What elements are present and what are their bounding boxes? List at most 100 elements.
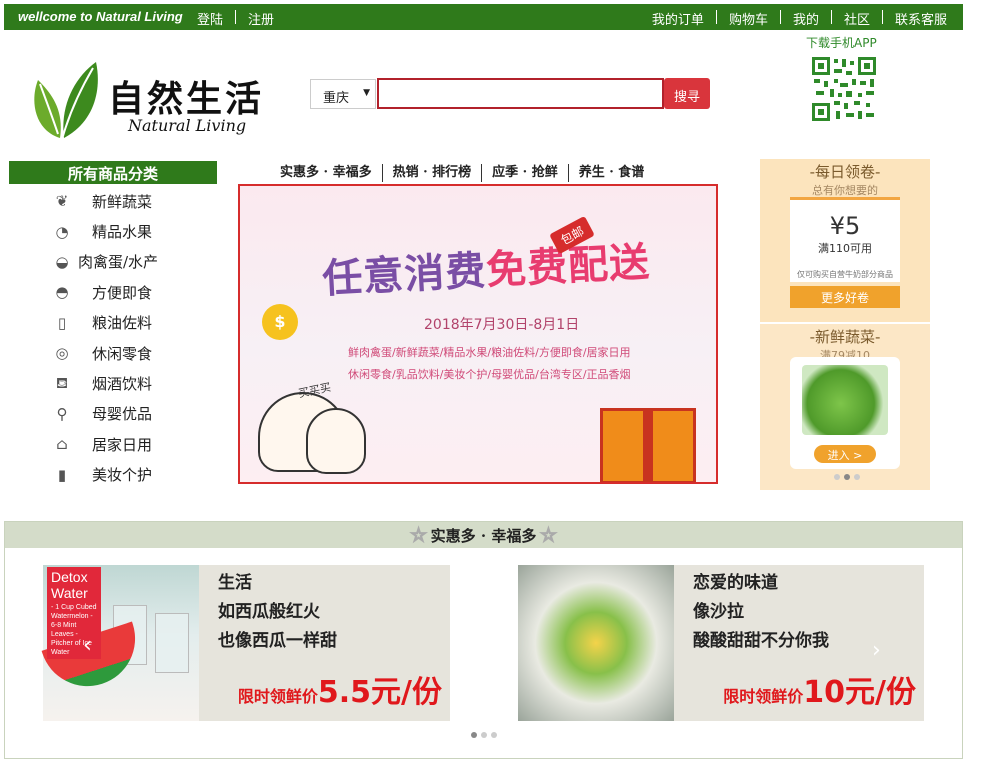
coupon-note: 仅可购买自营牛奶部分商品 — [790, 267, 900, 282]
search-button[interactable]: 搜寻 — [664, 78, 710, 109]
veg-ad-title: -新鲜蔬菜- — [809, 328, 881, 346]
carousel-dot-active[interactable] — [471, 732, 477, 738]
gift-box-icon — [600, 408, 696, 482]
category-item-cosmetics[interactable]: ▮ 美妆个护 — [50, 460, 220, 490]
bowl-icon: ◓ — [55, 283, 69, 302]
fresh-vegetables-ad[interactable]: -新鲜蔬菜- 满79减10 进入 > — [760, 324, 930, 490]
daily-coupon-ad[interactable]: -每日领卷- 总有你想要的 ¥5 满110可用 仅可购买自营牛奶部分商品 更多好… — [760, 159, 930, 322]
category-item-household[interactable]: ⌂ 居家日用 — [50, 429, 220, 459]
price-value: 10元/份 — [803, 675, 916, 710]
deal-card-salad[interactable]: 恋爱的味道 像沙拉 酸酸甜甜不分你我 限时领鲜价10元/份 — [518, 565, 924, 721]
enter-button[interactable]: 进入 > — [814, 445, 876, 463]
community-link[interactable]: 社区 — [844, 9, 870, 28]
register-link[interactable]: 注册 — [248, 9, 274, 28]
deals-header-title: 实惠多 · 幸福多 — [430, 527, 537, 545]
category-label: 母婴优品 — [92, 405, 153, 424]
snack-icon: ◎ — [55, 344, 69, 363]
drink-icon: ⛾ — [55, 373, 69, 392]
star-icon: ☆ — [540, 525, 557, 547]
divider — [881, 10, 883, 24]
banner-categories-line2: 休闲零食/乳品饮料/美妆个护/母婴优品/台湾专区/正品香烟 — [348, 368, 631, 381]
category-label: 休闲零食 — [92, 344, 153, 363]
deal-line: 像沙拉 — [693, 602, 744, 622]
coupon-card: ¥5 满110可用 — [790, 197, 900, 275]
carousel-dot[interactable] — [491, 732, 497, 738]
tab-bestsellers[interactable]: 热销 · 排行榜 — [383, 164, 483, 182]
coupon-condition: 满110可用 — [818, 242, 872, 255]
stroller-icon: ⚲ — [56, 404, 68, 423]
mascot-illustration — [306, 408, 366, 474]
category-item-drinks[interactable]: ⛾ 烟酒饮料 — [50, 368, 220, 398]
carousel-dots — [832, 474, 862, 480]
deal-price: 限时领鲜价5.5元/份 — [238, 667, 442, 711]
deals-section: ☆ 实惠多 · 幸福多 ☆ Detox Water - 1 Cup Cubed Wa… — [4, 521, 963, 759]
category-item-vegetables[interactable]: ❦ 新鲜蔬菜 — [50, 186, 220, 216]
carousel-dot-active[interactable] — [844, 474, 850, 480]
category-label: 方便即食 — [92, 283, 153, 302]
vegetable-icon: ❦ — [55, 192, 69, 211]
bottle-icon: ▯ — [57, 313, 67, 332]
category-item-baby[interactable]: ⚲ 母婴优品 — [50, 399, 220, 429]
category-label: 新鲜蔬菜 — [92, 192, 153, 211]
welcome-text: wellcome to Natural Living — [18, 9, 183, 24]
home-icon: ⌂ — [56, 435, 68, 454]
meat-icon: ◒ — [55, 252, 69, 271]
coin-icon: $ — [262, 304, 298, 340]
salad-image — [518, 565, 674, 721]
next-arrow-icon[interactable]: › — [872, 638, 881, 663]
category-item-fruit[interactable]: ◔ 精品水果 — [50, 216, 220, 246]
download-app-label[interactable]: 下载手机APP — [806, 34, 877, 51]
watermelon-drink-image: Detox Water - 1 Cup Cubed Watermelon - 6… — [41, 565, 199, 721]
qr-code-icon — [810, 55, 878, 123]
coupon-amount: ¥5 — [829, 212, 861, 240]
tab-seasonal[interactable]: 应季 · 抢鲜 — [482, 164, 569, 182]
coupon-title: -每日领卷- — [809, 163, 881, 181]
carousel-dots — [469, 732, 499, 738]
divider — [779, 10, 781, 24]
deal-line: 恋爱的味道 — [693, 573, 778, 593]
tab-health-recipes[interactable]: 养生 · 食谱 — [569, 164, 655, 182]
dropdown-arrow-icon: ▼ — [363, 88, 370, 98]
prev-arrow-icon[interactable]: ‹ — [83, 633, 92, 658]
more-coupons-button[interactable]: 更多好卷 — [790, 286, 900, 308]
deal-line: 酸酸甜甜不分你我 — [693, 631, 829, 651]
cosmetic-icon: ▮ — [57, 465, 67, 484]
banner-categories-line1: 鲜肉禽蛋/新鲜蔬菜/精品水果/粮油佐料/方便即食/居家日用 — [348, 346, 631, 359]
promo-banner[interactable]: $ 任意消费免费配送 包邮 2018年7月30日-8月1日 鲜肉禽蛋/新鲜蔬菜/… — [238, 184, 718, 484]
customer-service-link[interactable]: 联系客服 — [895, 9, 947, 28]
category-item-snacks[interactable]: ◎ 休闲零食 — [50, 338, 220, 368]
city-value: 重庆 — [323, 91, 350, 106]
site-logo[interactable]: 自然生活 Natural Living — [30, 56, 280, 146]
deal-line: 生活 — [218, 573, 252, 593]
tab-deals[interactable]: 实惠多 · 幸福多 — [270, 164, 383, 182]
category-item-grain-oil[interactable]: ▯ 粮油佐料 — [50, 308, 220, 338]
deal-price: 限时领鲜价10元/份 — [723, 667, 916, 711]
fruit-icon: ◔ — [55, 222, 69, 241]
category-label: 粮油佐料 — [92, 314, 153, 333]
deal-text: 生活 如西瓜般红火 也像西瓜一样甜 — [218, 569, 337, 656]
category-item-instant[interactable]: ◓ 方便即食 — [50, 277, 220, 307]
carousel-dot[interactable] — [481, 732, 487, 738]
login-link[interactable]: 登陆 — [197, 9, 223, 28]
category-header: 所有商品分类 — [9, 161, 217, 184]
detox-badge-title: Detox Water — [51, 569, 88, 601]
top-nav: 我的订单 购物车 我的 社区 联系客服 — [652, 9, 947, 28]
category-item-meat[interactable]: ◒ 肉禽蛋/水产 — [50, 247, 220, 277]
lettuce-image — [802, 365, 888, 435]
category-label: 烟酒饮料 — [92, 375, 153, 394]
search-input[interactable] — [377, 78, 664, 109]
city-select[interactable]: 重庆 ▼ — [310, 79, 376, 109]
divider — [830, 10, 832, 24]
carousel-dot[interactable] — [854, 474, 860, 480]
banner-date: 2018年7月30日-8月1日 — [424, 317, 580, 333]
cart-link[interactable]: 购物车 — [729, 9, 768, 28]
price-prefix: 限时领鲜价 — [723, 687, 804, 706]
category-list: ❦ 新鲜蔬菜 ◔ 精品水果 ◒ 肉禽蛋/水产 ◓ 方便即食 ▯ 粮油佐料 ◎ 休闲零食 ⛾ 烟… — [50, 186, 220, 490]
my-orders-link[interactable]: 我的订单 — [652, 9, 704, 28]
star-icon: ☆ — [410, 525, 427, 547]
price-value: 5.5元/份 — [317, 675, 442, 710]
deal-card-watermelon[interactable]: Detox Water - 1 Cup Cubed Watermelon - 6… — [41, 565, 450, 721]
carousel-dot[interactable] — [834, 474, 840, 480]
divider — [235, 10, 237, 24]
my-account-link[interactable]: 我的 — [793, 9, 819, 28]
